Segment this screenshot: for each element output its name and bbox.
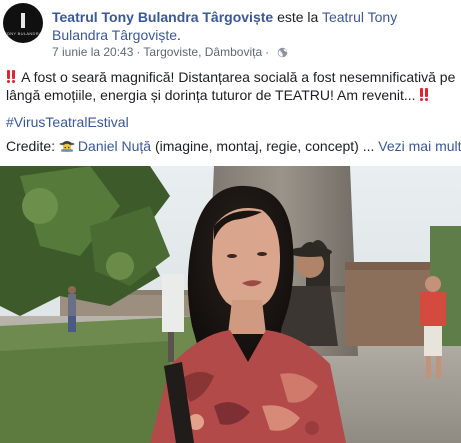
double-exclamation-icon: [419, 88, 431, 101]
double-exclamation-icon: [6, 70, 18, 83]
video-player[interactable]: [0, 166, 461, 443]
post-timestamp[interactable]: 7 iunie la 20:43: [52, 44, 133, 60]
post-title-line: Teatrul Tony Bulandra Târgoviște este la…: [52, 8, 457, 44]
video-frame: [0, 166, 461, 443]
detective-icon: [59, 141, 75, 153]
globe-icon[interactable]: [277, 47, 288, 58]
see-more-link[interactable]: Vezi mai mult: [378, 138, 461, 154]
credits-label: Credite:: [6, 138, 59, 154]
credit-roles: (imagine, montaj, regie, concept) ...: [151, 138, 379, 154]
post-header: TONY BULANDRA Teatrul Tony Bulandra Târg…: [0, 0, 461, 60]
avatar-logo-mark: [21, 12, 25, 28]
credits-line: Credite: Daniel Nuță (imagine, montaj, r…: [6, 137, 461, 155]
page-avatar[interactable]: TONY BULANDRA: [3, 3, 43, 43]
post-place[interactable]: Targoviste, Dâmbovița: [143, 44, 262, 60]
post-text-body: A fost o seară magnifică! Distanțarea so…: [6, 69, 456, 103]
hashtag-line: #VirusTeatralEstival: [6, 113, 461, 131]
title-period: .: [177, 27, 181, 43]
meta-separator: ·: [136, 45, 141, 59]
hashtag-link[interactable]: #VirusTeatralEstival: [6, 114, 129, 130]
checkin-verb: este la: [273, 9, 322, 25]
page-name-link[interactable]: Teatrul Tony Bulandra Târgoviște: [52, 9, 273, 25]
meta-separator-2: ·: [265, 45, 270, 59]
avatar-logo-text: TONY BULANDRA: [4, 30, 42, 36]
post-meta: 7 iunie la 20:43 · Targoviste, Dâmbovița…: [52, 44, 288, 60]
post-text-paragraph: A fost o seară magnifică! Distanțarea so…: [6, 68, 461, 104]
credit-mention-link[interactable]: Daniel Nuță: [78, 138, 151, 154]
